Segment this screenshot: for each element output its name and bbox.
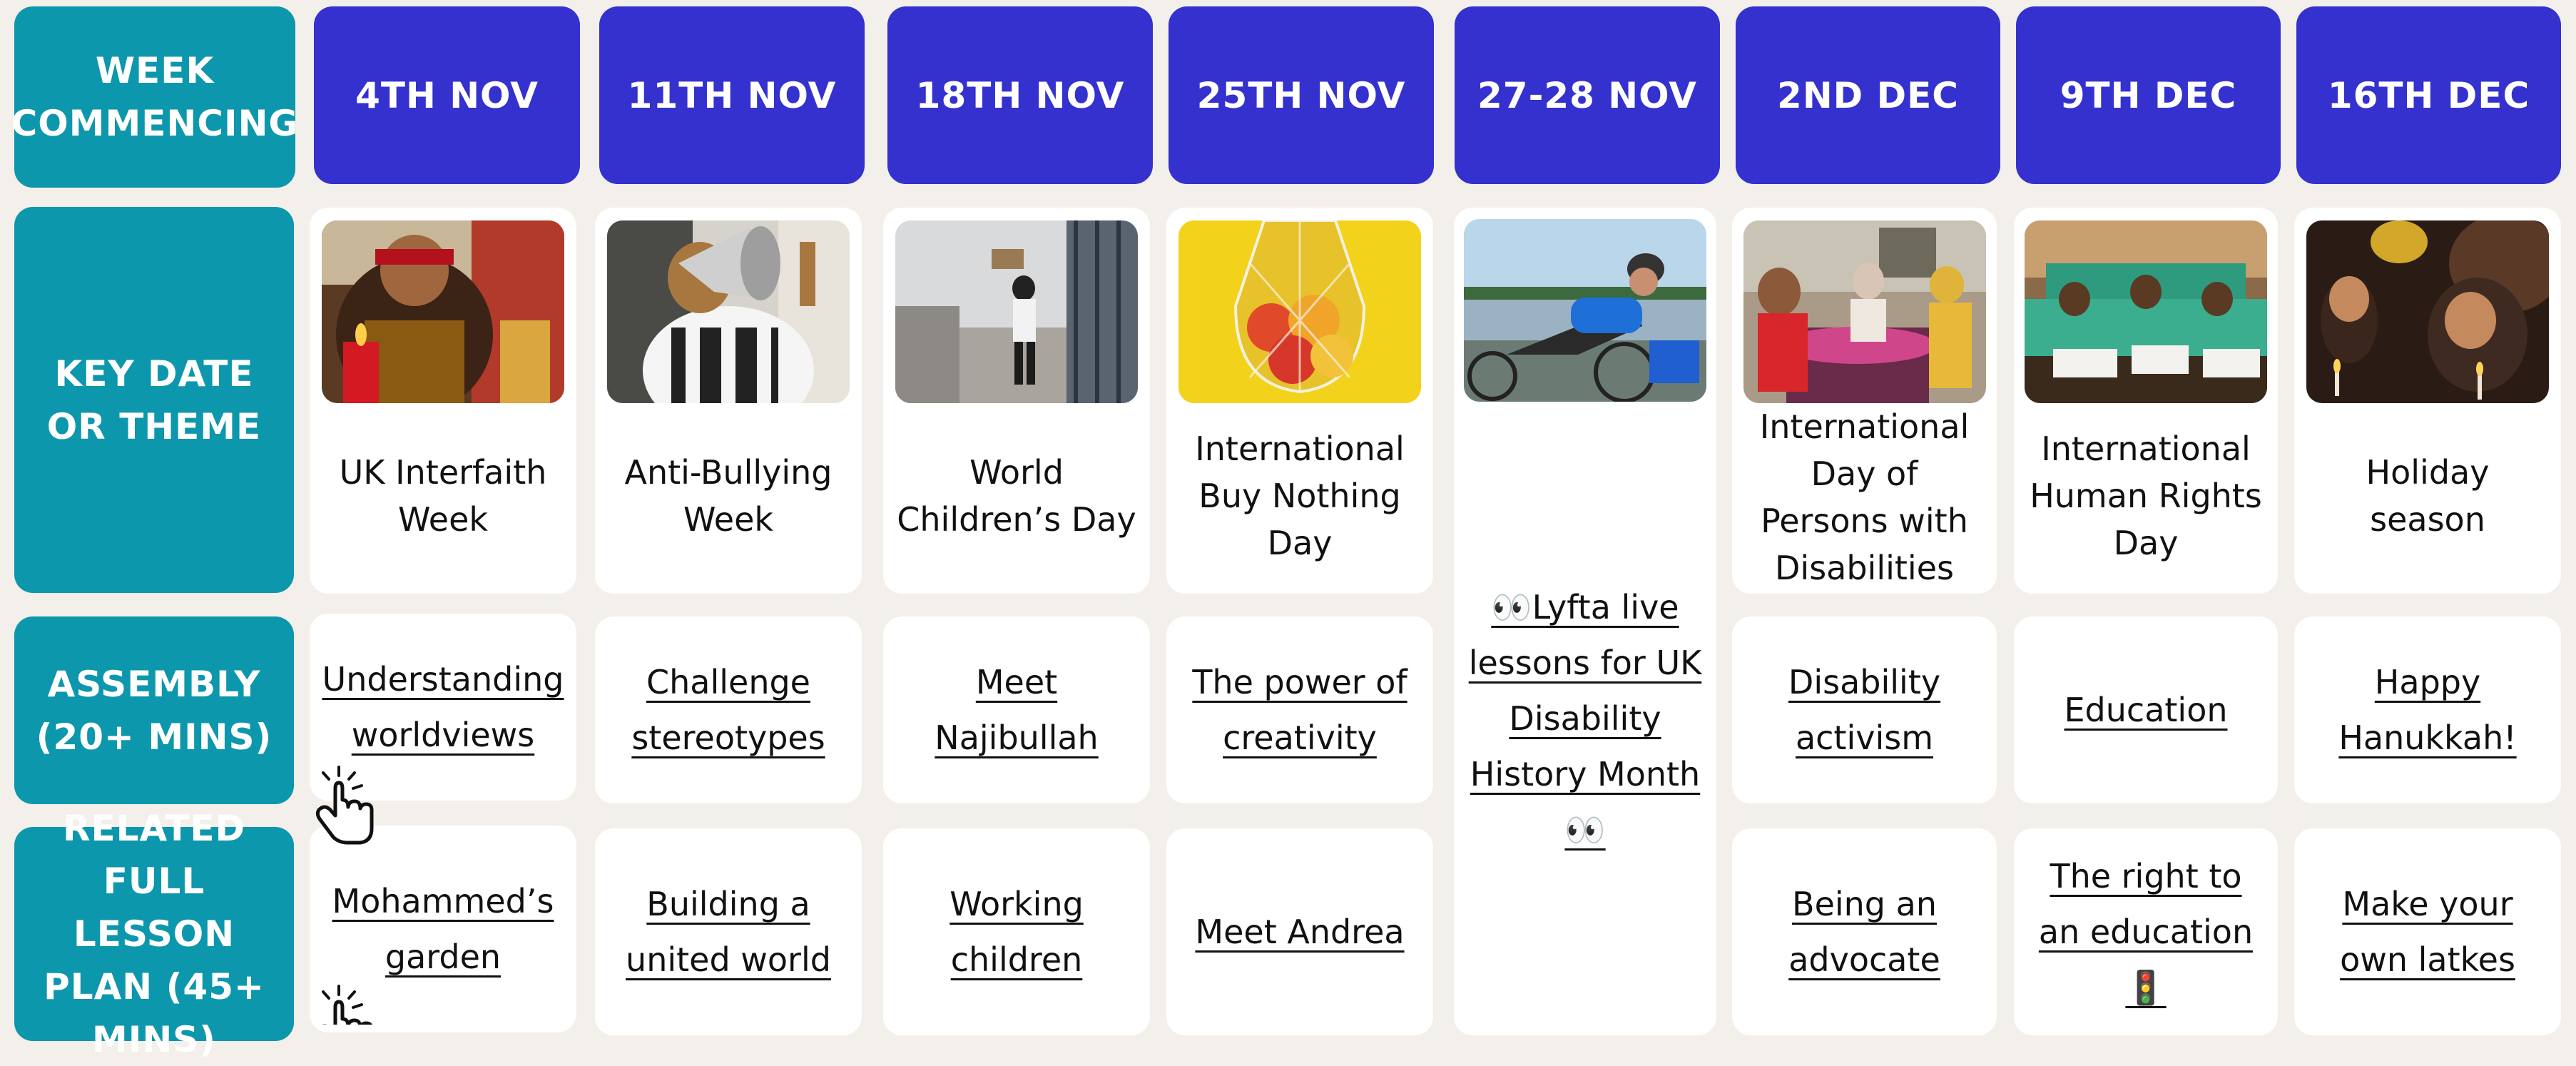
- row-header-theme-label: KEY DATE OR THEME: [46, 352, 262, 447]
- theme-card-1[interactable]: UK Interfaith Week: [310, 208, 576, 594]
- assembly-link[interactable]: Meet Najibullah: [896, 654, 1137, 766]
- week-label: 27-28 NOV: [1477, 74, 1698, 116]
- week-header-3: 18TH NOV: [887, 6, 1153, 184]
- week-label: 18TH NOV: [915, 74, 1125, 116]
- week-header-6: 2ND DEC: [1736, 6, 2000, 184]
- assembly-link[interactable]: Happy Hanukkah!: [2307, 654, 2548, 766]
- week-header-2: 11TH NOV: [599, 6, 865, 184]
- lesson-link[interactable]: Working children: [896, 876, 1137, 988]
- recumbent-bike-photo: [1464, 219, 1706, 402]
- row-header-theme: KEY DATE OR THEME: [14, 207, 294, 593]
- row-header-assembly-label: ASSEMBLY (20+ MINS): [36, 663, 273, 758]
- assembly-card-8: Happy Hanukkah!: [2294, 616, 2561, 803]
- assembly-card-2: Challenge stereotypes: [595, 616, 862, 803]
- assembly-link[interactable]: Education: [2064, 682, 2227, 738]
- lesson-card-7: The right to an education🚦: [2014, 828, 2278, 1035]
- lesson-link[interactable]: Meet Andrea: [1195, 904, 1404, 960]
- lesson-link[interactable]: Mohammed’s garden: [322, 873, 564, 985]
- row-header-lesson: RELATED FULL LESSON PLAN (45+ MINS): [14, 808, 294, 1060]
- assembly-link[interactable]: Challenge stereotypes: [608, 654, 849, 766]
- lesson-link[interactable]: The right to an education🚦: [2027, 848, 2265, 1015]
- interfaith-photo: [322, 220, 564, 403]
- megaphone-photo: [607, 220, 850, 403]
- week-label: 11TH NOV: [627, 74, 837, 116]
- lesson-card-2: Building a united world: [595, 828, 862, 1035]
- row-header-week: WEEK COMMENCING: [11, 6, 297, 188]
- child-walking-photo: [895, 220, 1138, 403]
- theme-card-2[interactable]: Anti-Bullying Week: [595, 208, 862, 594]
- classroom-photo: [2025, 220, 2267, 403]
- theme-title: World Children’s Day: [897, 452, 1136, 539]
- week-header-1: 4TH NOV: [314, 6, 580, 184]
- lesson-link[interactable]: Make your own latkes: [2307, 876, 2548, 988]
- week-label: 25TH NOV: [1196, 74, 1406, 116]
- assembly-card-7: Education: [2014, 616, 2278, 803]
- assembly-card-3: Meet Najibullah: [883, 616, 1150, 803]
- theme-card-7[interactable]: International Human Rights Day: [2014, 208, 2278, 594]
- theme-title: UK Interfaith Week: [339, 452, 547, 539]
- planner-grid: WEEK COMMENCING KEY DATE OR THEME ASSEMB…: [0, 0, 2576, 1060]
- week-label: 4TH NOV: [355, 74, 539, 116]
- theme-title: International Human Rights Day: [2030, 429, 2262, 562]
- assembly-link[interactable]: Understanding worldviews: [322, 651, 564, 763]
- hand-pointer-icon: [303, 760, 382, 846]
- lyfta-live-link[interactable]: 👀Lyfta live lessons for UK Disability Hi…: [1464, 579, 1706, 858]
- theme-card-3[interactable]: World Children’s Day: [883, 208, 1150, 594]
- care-home-photo: [1743, 220, 1986, 403]
- row-header-week-label: WEEK COMMENCING: [11, 50, 299, 144]
- candles-photo: [2306, 220, 2549, 403]
- theme-card-6[interactable]: International Day of Persons with Disabi…: [1732, 208, 1997, 594]
- assembly-card-4: The power of creativity: [1166, 616, 1433, 803]
- assembly-link[interactable]: The power of creativity: [1179, 654, 1420, 766]
- lesson-card-4: Meet Andrea: [1166, 828, 1433, 1035]
- fruit-net-photo: [1178, 220, 1421, 403]
- week-header-4: 25TH NOV: [1169, 6, 1434, 184]
- lyfta-live-card[interactable]: 👀Lyfta live lessons for UK Disability Hi…: [1454, 208, 1716, 1035]
- theme-title: International Day of Persons with Disabi…: [1759, 407, 1970, 587]
- week-header-7: 9TH DEC: [2016, 6, 2281, 184]
- theme-card-4[interactable]: International Buy Nothing Day: [1166, 208, 1433, 594]
- week-label: 9TH DEC: [2060, 74, 2237, 116]
- lesson-card-8: Make your own latkes: [2294, 828, 2561, 1035]
- assembly-link[interactable]: Disability activism: [1745, 654, 1984, 766]
- theme-title: Anti-Bullying Week: [624, 452, 833, 539]
- week-label: 16TH DEC: [2327, 74, 2530, 116]
- lesson-link[interactable]: Building a united world: [608, 876, 849, 988]
- week-label: 2ND DEC: [1777, 74, 1959, 116]
- lesson-card-3: Working children: [883, 828, 1150, 1035]
- theme-card-8[interactable]: Holiday season: [2294, 208, 2561, 594]
- lesson-card-6: Being an advocate: [1732, 828, 1997, 1035]
- assembly-card-6: Disability activism: [1732, 616, 1997, 803]
- week-header-8: 16TH DEC: [2296, 6, 2561, 184]
- lyfta-live-link-wrap: 👀Lyfta live lessons for UK Disability Hi…: [1464, 402, 1706, 1035]
- theme-title: International Buy Nothing Day: [1195, 429, 1405, 562]
- theme-title: Holiday season: [2366, 452, 2490, 539]
- lesson-link[interactable]: Being an advocate: [1745, 876, 1984, 988]
- row-header-lesson-label: RELATED FULL LESSON PLAN (45+ MINS): [44, 808, 265, 1060]
- week-header-5: 27-28 NOV: [1455, 6, 1720, 184]
- row-header-assembly: ASSEMBLY (20+ MINS): [14, 616, 294, 804]
- hand-pointer-icon: [303, 979, 382, 1025]
